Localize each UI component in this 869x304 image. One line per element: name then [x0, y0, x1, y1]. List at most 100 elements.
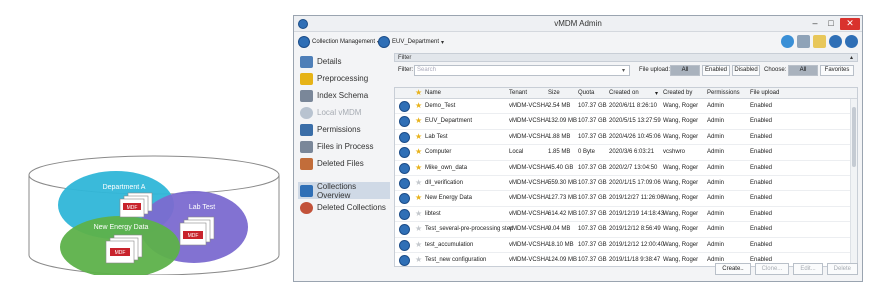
cell-quota: 107.37 GB — [578, 118, 607, 125]
favorite-star-icon[interactable]: ★ — [415, 178, 422, 187]
cell-tenant: vMDM-VCSHA — [509, 195, 549, 202]
save-icon[interactable] — [797, 35, 810, 48]
sidebar-item-label: Deleted Files — [317, 159, 364, 168]
sidebar-item-preprocessing[interactable]: Preprocessing — [298, 70, 390, 87]
favorite-header-star-icon[interactable]: ★ — [415, 88, 422, 97]
edit-button[interactable]: Edit... — [793, 263, 823, 275]
sidebar-item-label: Preprocessing — [317, 74, 369, 83]
cell-permissions: Admin — [707, 179, 725, 186]
chevron-up-icon[interactable]: ▴ — [850, 54, 853, 62]
column-header-quota[interactable]: Quota — [578, 90, 594, 96]
deleted-collections-icon — [300, 201, 313, 214]
table-row[interactable]: ★ Lab Test vMDM-VCSHA 1.88 MB 107.37 GB 2020/… — [395, 130, 857, 146]
table-row[interactable]: ★ Computer Local 1.85 MB 0 Byte 2020/3/6 6:03… — [395, 145, 857, 161]
cell-file-upload: Enabled — [750, 164, 773, 171]
sidebar-item-details[interactable]: Details — [298, 53, 390, 70]
key-icon[interactable] — [813, 35, 826, 48]
sidebar-item-deleted-files[interactable]: Deleted Files — [298, 155, 390, 172]
filter-section-label: Filter — [398, 55, 412, 61]
column-header-created-by[interactable]: Created by — [663, 90, 692, 96]
cell-size: 132.09 MB — [548, 118, 578, 125]
column-header-file-upload[interactable]: File upload — [750, 90, 779, 96]
sidebar-item-permissions[interactable]: Permissions — [298, 121, 390, 138]
column-header-created-on[interactable]: Created on — [609, 90, 639, 96]
scrollbar-thumb[interactable] — [852, 107, 856, 167]
cell-file-upload: Enabled — [750, 103, 773, 109]
column-header-permissions[interactable]: Permissions — [707, 90, 740, 96]
collection-management-icon — [298, 36, 310, 48]
choose-all-toggle[interactable]: All — [788, 65, 818, 76]
table-row[interactable]: ★ Demo_Test vMDM-VCSHA 2.54 MB 107.37 GB 2020… — [395, 99, 857, 115]
cell-created-on: 2020/5/15 13:27:59 — [609, 118, 661, 125]
favorite-star-icon[interactable]: ★ — [415, 225, 422, 233]
file-upload-all-toggle[interactable]: All — [670, 65, 700, 76]
sidebar-item-label: Collections Overview — [317, 181, 357, 200]
favorite-star-icon[interactable]: ★ — [415, 132, 422, 141]
vertical-scrollbar[interactable] — [850, 99, 857, 266]
close-button[interactable]: ✕ — [840, 18, 860, 30]
sidebar-item-label: Details — [317, 57, 342, 66]
create-button[interactable]: Create.. — [715, 263, 751, 275]
cell-name: Test_new configuration — [425, 256, 487, 263]
collection-management-label: Collection Management — [312, 39, 376, 45]
cell-tenant: Local — [509, 149, 524, 156]
clone-button[interactable]: Clone... — [754, 263, 790, 275]
file-upload-enabled-toggle[interactable]: Enabled — [702, 65, 730, 76]
table-row[interactable]: ★ libtest vMDM-VCSHA 614.42 MB 107.37 GB 2019… — [395, 207, 857, 223]
department-selector[interactable]: EUV_Department ▾ — [378, 36, 444, 48]
window-title: vMDM Admin — [554, 19, 602, 28]
delete-button[interactable]: Delete — [826, 263, 858, 275]
refresh-icon[interactable] — [781, 35, 794, 48]
chevron-down-icon[interactable]: ▾ — [622, 67, 625, 74]
favorite-star-icon[interactable]: ★ — [415, 255, 422, 264]
info-icon[interactable] — [829, 35, 842, 48]
sidebar-item-files-in-process[interactable]: Files in Process — [298, 138, 390, 155]
cell-tenant: vMDM-VCSHA — [509, 179, 549, 186]
collection-icon — [399, 147, 410, 159]
chevron-down-icon: ▾ — [441, 39, 445, 46]
minimize-button[interactable]: – — [808, 18, 822, 30]
cell-size: 1.88 MB — [548, 133, 571, 140]
choose-favorites-toggle[interactable]: Favorites — [820, 65, 854, 76]
cell-quota: 107.37 GB — [578, 195, 607, 202]
table-row[interactable]: ★ New Energy Data vMDM-VCSHA 127.73 MB 107.3… — [395, 191, 857, 207]
table-row[interactable]: ★ Mike_own_data vMDM-VCSHA 45.40 GB 107.37 G… — [395, 161, 857, 176]
favorite-star-icon[interactable]: ★ — [415, 240, 422, 249]
favorite-star-icon[interactable]: ★ — [415, 148, 422, 156]
collection-icon — [399, 162, 410, 174]
column-header-size[interactable]: Size — [548, 90, 560, 96]
table-row[interactable]: ★ test_accumulation vMDM-VCSHA 18.10 MB 107.… — [395, 238, 857, 253]
collection-management-menu[interactable]: Collection Management ▾ — [298, 36, 380, 48]
favorite-star-icon[interactable]: ★ — [415, 163, 422, 172]
sidebar-item-index-schema[interactable]: Index Schema — [298, 87, 390, 104]
deleted-files-icon — [300, 157, 313, 170]
cell-size: 2.54 MB — [548, 103, 571, 109]
column-header-name[interactable]: Name — [425, 90, 441, 96]
cell-created-on: 2020/3/6 6:03:21 — [609, 149, 655, 156]
cell-created-on: 2019/12/12 12:00:40 — [609, 241, 665, 248]
favorite-star-icon[interactable]: ★ — [415, 194, 422, 202]
favorite-star-icon[interactable]: ★ — [415, 117, 422, 125]
sidebar-item-label: Local vMDM — [317, 108, 362, 117]
help-icon[interactable] — [845, 35, 858, 48]
maximize-button[interactable]: □ — [824, 18, 838, 30]
table-row[interactable]: ★ dll_verification vMDM-VCSHA 559.30 MB 107.… — [395, 176, 857, 192]
department-label: EUV_Department — [392, 39, 440, 45]
column-header-tenant[interactable]: Tenant — [509, 90, 527, 96]
cell-tenant: vMDM-VCSHA — [509, 133, 549, 140]
sidebar-item-collections-overview[interactable]: Collections Overview — [298, 181, 390, 200]
sort-descending-icon[interactable]: ▾ — [655, 90, 658, 97]
filter-section-header[interactable]: Filter ▴ — [394, 53, 858, 62]
search-input[interactable]: Search — [414, 65, 630, 76]
table-row[interactable]: ★ EUV_Department vMDM-VCSHA 132.09 MB 107.37… — [395, 114, 857, 130]
favorite-star-icon[interactable]: ★ — [415, 102, 422, 110]
details-icon — [300, 55, 313, 68]
table-row[interactable]: ★ Test_several-pre-processing step vMDM-VC… — [395, 222, 857, 238]
favorite-star-icon[interactable]: ★ — [415, 209, 422, 218]
file-upload-disabled-toggle[interactable]: Disabled — [732, 65, 760, 76]
cell-created-on: 2019/12/27 11:26:06 — [609, 195, 664, 202]
cell-name: libtest — [425, 210, 441, 217]
collections-overview-icon — [300, 184, 313, 197]
sidebar-item-deleted-collections[interactable]: Deleted Collections — [298, 199, 390, 216]
cell-permissions: Admin — [707, 256, 725, 263]
